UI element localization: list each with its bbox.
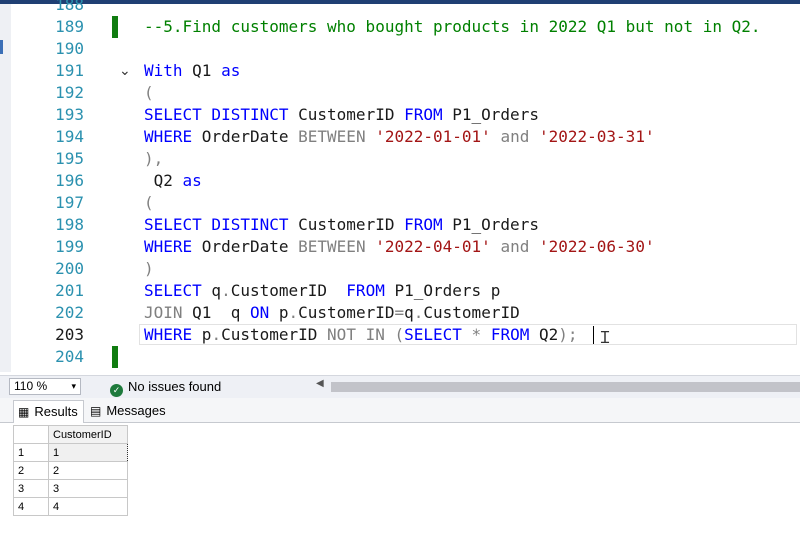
line-number: 196 bbox=[55, 171, 84, 190]
line-number: 195 bbox=[55, 149, 84, 168]
editor-line: 200 ) bbox=[11, 258, 800, 280]
editor-line: 188 bbox=[11, 0, 800, 16]
code-text: JOIN Q1 q ON p.CustomerID=q.CustomerID bbox=[144, 303, 520, 322]
results-pane: CustomerID 1 1 2 2 3 3 4 4 bbox=[0, 423, 800, 538]
editor-line: 195 ), bbox=[11, 148, 800, 170]
editor-line-current: 203 WHERE p.CustomerID NOT IN (SELECT * … bbox=[11, 324, 800, 347]
code-text: ( bbox=[144, 83, 154, 102]
issues-status[interactable]: ✓ No issues found bbox=[110, 379, 221, 397]
ibeam-cursor-icon: Ｉ bbox=[597, 328, 614, 347]
table-row[interactable]: 4 4 bbox=[13, 497, 128, 516]
tab-results[interactable]: ▦ Results bbox=[13, 400, 84, 423]
code-text: WHERE OrderDate BETWEEN '2022-04-01' and… bbox=[144, 237, 655, 256]
fold-chevron-down-icon[interactable]: ⌄ bbox=[119, 61, 131, 81]
tab-messages[interactable]: ▤ Messages bbox=[86, 400, 178, 421]
editor-line: 196 Q2 as bbox=[11, 170, 800, 192]
check-circle-icon: ✓ bbox=[110, 384, 123, 397]
editor-line: 189 --5.Find customers who bought produc… bbox=[11, 16, 800, 38]
chevron-down-icon: ▾ bbox=[71, 381, 76, 391]
line-number: 188 bbox=[55, 0, 84, 14]
line-number: 198 bbox=[55, 215, 84, 234]
results-grid[interactable]: CustomerID 1 1 2 2 3 3 4 4 bbox=[13, 425, 128, 516]
editor-line: 199 WHERE OrderDate BETWEEN '2022-04-01'… bbox=[11, 236, 800, 258]
row-header-corner[interactable] bbox=[13, 425, 49, 444]
code-text: SELECT DISTINCT CustomerID FROM P1_Order… bbox=[144, 105, 539, 124]
sql-editor[interactable]: 188 189 --5.Find customers who bought pr… bbox=[11, 0, 800, 372]
zoom-dropdown[interactable]: 110 % ▾ bbox=[9, 378, 81, 395]
code-text: Q2 as bbox=[144, 171, 202, 190]
table-row[interactable]: 2 2 bbox=[13, 461, 128, 480]
change-indicator bbox=[112, 346, 118, 368]
line-number: 202 bbox=[55, 303, 84, 322]
line-number: 200 bbox=[55, 259, 84, 278]
editor-line: 204 bbox=[11, 346, 800, 368]
line-number: 201 bbox=[55, 281, 84, 300]
code-text: WHERE OrderDate BETWEEN '2022-01-01' and… bbox=[144, 127, 655, 146]
tab-label: Messages bbox=[106, 403, 166, 418]
left-margin-strip bbox=[0, 4, 11, 372]
table-row[interactable]: 1 1 bbox=[13, 443, 128, 462]
scroll-left-arrow-icon[interactable]: ◀ bbox=[316, 378, 324, 389]
grid-cell[interactable]: 1 bbox=[48, 443, 128, 462]
grid-icon: ▦ bbox=[18, 405, 30, 419]
code-text: SELECT q.CustomerID FROM P1_Orders p bbox=[144, 281, 501, 300]
editor-line: 201 SELECT q.CustomerID FROM P1_Orders p bbox=[11, 280, 800, 302]
line-number: 191 bbox=[55, 61, 84, 80]
zoom-value: 110 % bbox=[14, 379, 48, 393]
code-text: With Q1 as bbox=[144, 61, 241, 80]
horizontal-scrollbar[interactable] bbox=[331, 382, 800, 392]
grid-cell[interactable]: 2 bbox=[48, 461, 128, 480]
editor-line: 192 ( bbox=[11, 82, 800, 104]
editor-line: 197 ( bbox=[11, 192, 800, 214]
line-number: 189 bbox=[55, 17, 84, 36]
code-text: SELECT DISTINCT CustomerID FROM P1_Order… bbox=[144, 215, 539, 234]
line-number: 203 bbox=[55, 325, 84, 344]
editor-line: 191 ⌄ With Q1 as bbox=[11, 60, 800, 82]
editor-line: 193 SELECT DISTINCT CustomerID FROM P1_O… bbox=[11, 104, 800, 126]
row-number[interactable]: 4 bbox=[13, 497, 49, 516]
grid-cell[interactable]: 4 bbox=[48, 497, 128, 516]
grid-header-row: CustomerID bbox=[13, 425, 128, 444]
line-number: 190 bbox=[55, 39, 84, 58]
line-number: 193 bbox=[55, 105, 84, 124]
text-caret bbox=[593, 326, 594, 344]
editor-line: 190 bbox=[11, 38, 800, 60]
row-number[interactable]: 2 bbox=[13, 461, 49, 480]
code-text: --5.Find customers who bought products i… bbox=[144, 16, 761, 38]
editor-line: 198 SELECT DISTINCT CustomerID FROM P1_O… bbox=[11, 214, 800, 236]
line-number: 199 bbox=[55, 237, 84, 256]
editor-line: 202 JOIN Q1 q ON p.CustomerID=q.Customer… bbox=[11, 302, 800, 324]
grid-cell[interactable]: 3 bbox=[48, 479, 128, 498]
code-text: ), bbox=[144, 149, 164, 168]
code-text: ( bbox=[144, 193, 154, 212]
comment-text: --5.Find customers who bought products i… bbox=[144, 17, 761, 36]
column-header[interactable]: CustomerID bbox=[48, 425, 128, 444]
table-row[interactable]: 3 3 bbox=[13, 479, 128, 498]
change-indicator bbox=[112, 16, 118, 38]
margin-marker bbox=[0, 40, 3, 54]
line-number: 204 bbox=[55, 347, 84, 366]
messages-icon: ▤ bbox=[90, 404, 102, 418]
editor-status-bar: 110 % ▾ ✓ No issues found ◀ bbox=[0, 375, 800, 398]
tab-label: Results bbox=[34, 404, 78, 419]
code-text: ) bbox=[144, 259, 154, 278]
editor-line: 194 WHERE OrderDate BETWEEN '2022-01-01'… bbox=[11, 126, 800, 148]
line-number: 192 bbox=[55, 83, 84, 102]
row-number[interactable]: 1 bbox=[13, 443, 49, 462]
issues-text: No issues found bbox=[128, 379, 222, 394]
row-number[interactable]: 3 bbox=[13, 479, 49, 498]
results-tab-strip: ▦ Results ▤ Messages bbox=[0, 398, 800, 423]
code-text: WHERE p.CustomerID NOT IN (SELECT * FROM… bbox=[144, 325, 578, 344]
line-number: 194 bbox=[55, 127, 84, 146]
line-number: 197 bbox=[55, 193, 84, 212]
